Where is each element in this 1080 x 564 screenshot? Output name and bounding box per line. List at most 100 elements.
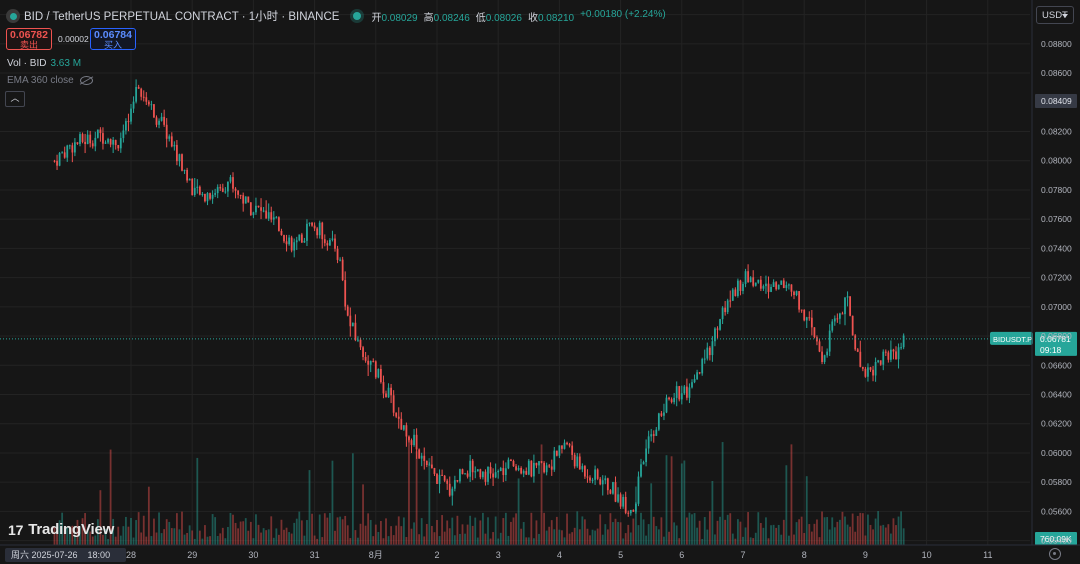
volume-bar: [805, 476, 808, 545]
symbol-logo-icon[interactable]: [6, 9, 20, 23]
price-tick-label: 0.06200: [1041, 419, 1072, 429]
volume-bar: [568, 533, 571, 545]
candle-body: [278, 217, 280, 231]
candle-body: [487, 466, 489, 482]
volume-bar: [696, 527, 698, 545]
volume-bar: [828, 529, 831, 545]
volume-legend-value: 3.63 M: [50, 58, 82, 69]
volume-bar: [856, 515, 859, 545]
candle-body: [645, 448, 647, 463]
candle-body: [846, 296, 849, 298]
candle-body: [788, 284, 790, 286]
price-chart[interactable]: BIDUSDT.P0.0678109:18760.09K 0.090000.08…: [0, 0, 1080, 564]
candle-body: [609, 490, 612, 494]
chevron-up-icon: ︿: [10, 93, 20, 103]
candle-body: [209, 193, 211, 199]
candle-body: [581, 466, 584, 470]
candle-body: [461, 469, 464, 475]
candle-body: [474, 471, 477, 473]
candle-body: [367, 360, 370, 365]
candle-body: [637, 476, 640, 504]
volume-bar: [308, 470, 311, 545]
volume-bar: [239, 521, 242, 545]
volume-bar: [431, 525, 433, 545]
price-tick-label: 0.06000: [1041, 448, 1072, 458]
volume-bar: [510, 521, 512, 545]
candle-body: [390, 387, 392, 396]
volume-bar: [257, 524, 260, 545]
candle-body: [591, 479, 594, 481]
volume-bar: [374, 524, 377, 545]
candle-body: [721, 307, 724, 320]
candle-body: [76, 142, 79, 144]
candle-body: [321, 222, 324, 240]
volume-bar: [397, 516, 400, 545]
candle-body: [517, 468, 520, 470]
buy-price: 0.06784: [94, 29, 132, 41]
candle-body: [79, 134, 81, 144]
volume-bar: [127, 526, 130, 545]
candle-body: [339, 259, 341, 261]
candle-body: [165, 124, 168, 139]
volume-bar: [288, 532, 290, 545]
price-tick-label: 0.05600: [1041, 506, 1072, 516]
candle-body: [385, 393, 387, 398]
candle-body: [535, 462, 538, 466]
candle-body: [499, 468, 502, 472]
candle-body: [617, 494, 619, 502]
volume-bar: [890, 533, 892, 545]
volume-bar: [204, 525, 206, 545]
volume-bar: [869, 524, 872, 545]
candle-body: [255, 205, 257, 213]
collapse-legend-button[interactable]: ︿: [5, 91, 25, 107]
candle-body: [696, 372, 698, 380]
symbol-title[interactable]: BID / TetherUS PERPETUAL CONTRACT · 1小时 …: [24, 8, 339, 24]
volume-bar: [844, 516, 846, 545]
candle-body: [737, 280, 739, 296]
candle-body: [821, 351, 823, 362]
bar-countdown-label: 09:18: [1040, 345, 1062, 355]
volume-bar: [232, 514, 234, 545]
time-tick-label: 11: [983, 550, 992, 560]
candle-body: [471, 460, 474, 473]
volume-bar: [290, 533, 293, 545]
candle-body: [540, 461, 543, 463]
volume-bar: [895, 525, 897, 545]
sell-button[interactable]: 0.06782 卖出: [6, 28, 52, 50]
volume-bar: [874, 518, 877, 545]
candle-body: [759, 279, 762, 289]
volume-bar: [548, 526, 551, 545]
candle-body: [635, 503, 637, 512]
volume-bar: [655, 526, 658, 545]
candle-body: [466, 473, 469, 477]
volume-bar: [209, 536, 211, 545]
tradingview-mark-icon: 17: [8, 521, 24, 538]
volume-bar: [482, 512, 484, 545]
buy-button[interactable]: 0.06784 买入: [90, 28, 136, 50]
candle-body: [374, 361, 377, 378]
candle-body: [749, 277, 752, 283]
candle-body: [135, 87, 137, 102]
volume-bar: [502, 518, 505, 545]
volume-bar: [642, 519, 645, 545]
volume-bar: [196, 457, 199, 545]
volume-bar: [515, 513, 517, 545]
ema-legend[interactable]: EMA 360 close: [7, 75, 93, 86]
candle-body: [665, 397, 668, 413]
candle-body: [66, 145, 69, 158]
candle-body: [504, 468, 507, 476]
volume-bar: [612, 522, 614, 545]
candle-body: [765, 283, 767, 287]
volume-legend[interactable]: Vol · BID 3.63 M: [7, 58, 81, 69]
settings-gear-icon[interactable]: [1049, 548, 1061, 560]
currency-select[interactable]: USDT: [1036, 6, 1074, 24]
volume-bar: [833, 527, 836, 545]
volume-bar: [810, 531, 813, 545]
volume-bar: [497, 538, 500, 545]
candle-body: [492, 473, 494, 478]
hidden-eye-icon[interactable]: [79, 76, 93, 85]
volume-bar: [346, 525, 349, 545]
volume-bar: [234, 522, 237, 545]
candle-body: [596, 469, 599, 479]
tradingview-logo[interactable]: 17 TradingView: [8, 521, 114, 538]
